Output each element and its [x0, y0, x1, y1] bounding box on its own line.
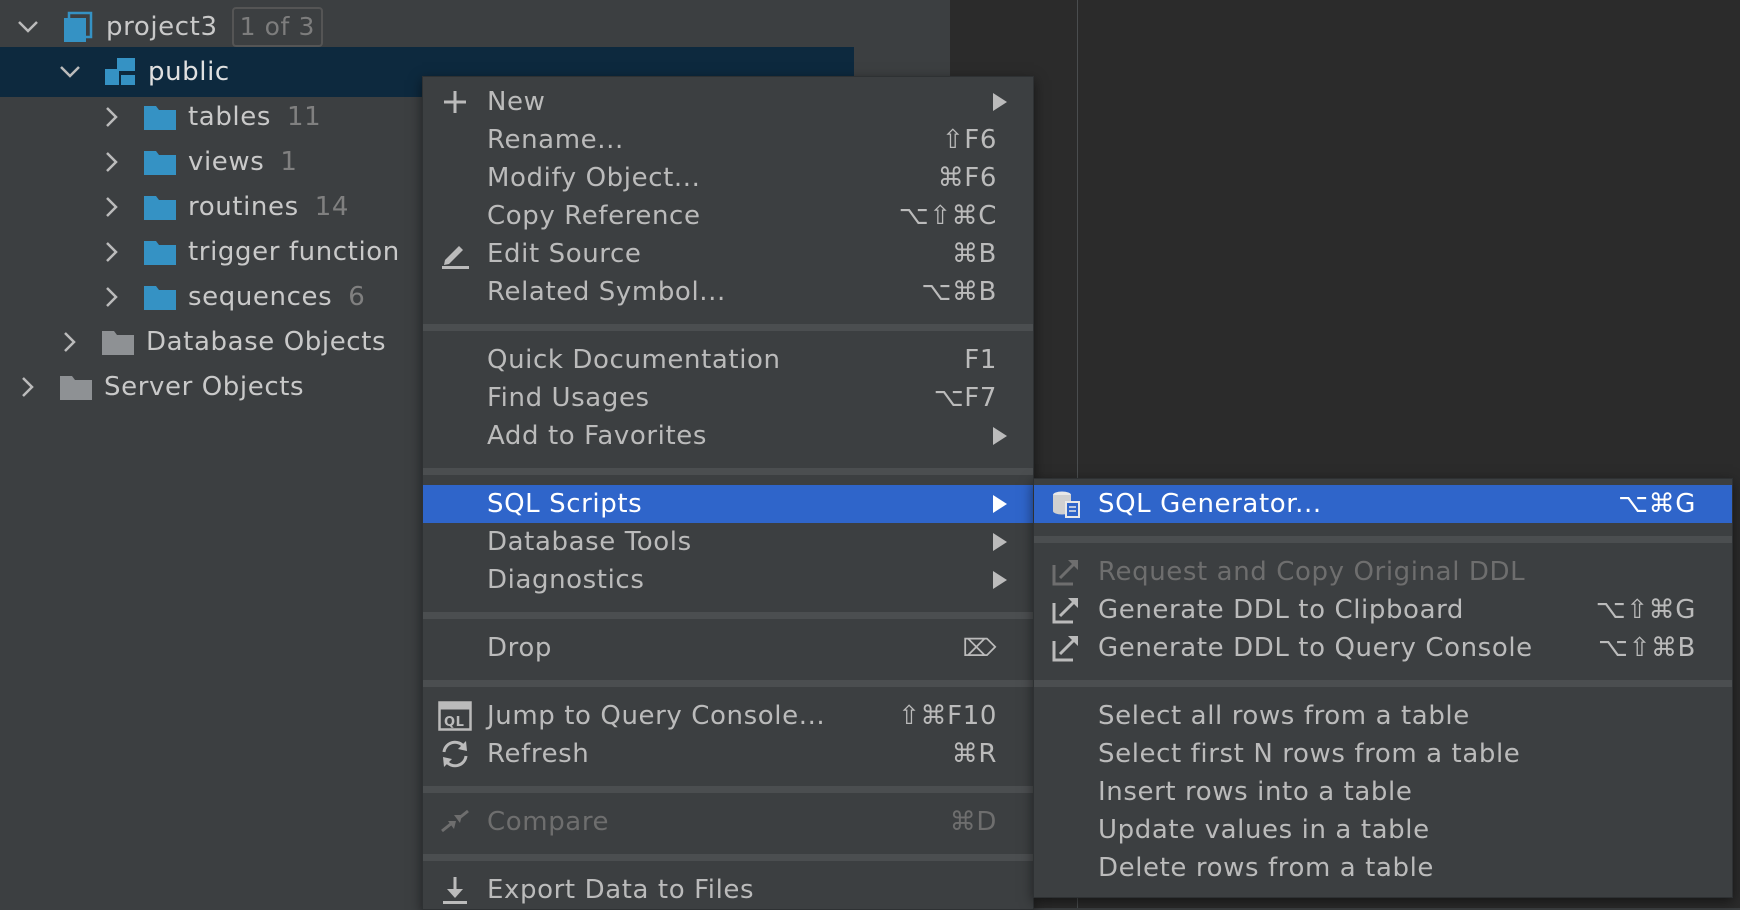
menu-separator	[423, 468, 1033, 475]
refresh-icon	[437, 736, 473, 772]
context-menu: New Rename... ⇧F6 Modify Object... ⌘F6 C…	[422, 76, 1034, 910]
folder-label: trigger function	[188, 237, 400, 267]
menu-separator	[423, 680, 1033, 687]
folder-icon	[142, 281, 178, 313]
menu-item-export-data-to-files[interactable]: Export Data to Files	[423, 871, 1033, 909]
menu-separator	[1034, 536, 1732, 543]
folder-icon	[142, 191, 178, 223]
folder-count: 14	[314, 192, 350, 222]
folder-gray-icon	[100, 326, 136, 358]
submenu-item-select-first-n-rows[interactable]: Select first N rows from a table	[1034, 735, 1732, 773]
submenu-item-select-all-rows[interactable]: Select all rows from a table	[1034, 697, 1732, 735]
chevron-down-icon[interactable]	[58, 60, 82, 84]
delete-key-icon: ⌦	[962, 634, 997, 662]
submenu-arrow-icon	[993, 533, 1007, 551]
chevron-down-icon[interactable]	[16, 15, 40, 39]
folder-icon	[142, 146, 178, 178]
database-objects-label: Database Objects	[146, 327, 387, 357]
folder-gray-icon	[58, 371, 94, 403]
menu-separator	[423, 786, 1033, 793]
menu-item-jump-to-query-console[interactable]: QL Jump to Query Console... ⇧⌘F10	[423, 697, 1033, 735]
submenu-item-delete-rows[interactable]: Delete rows from a table	[1034, 849, 1732, 887]
menu-item-add-to-favorites[interactable]: Add to Favorites	[423, 417, 1033, 455]
chevron-right-icon[interactable]	[100, 195, 124, 219]
folder-count: 11	[287, 102, 322, 132]
download-icon	[437, 872, 473, 908]
menu-item-quick-documentation[interactable]: Quick Documentation F1	[423, 341, 1033, 379]
ql-icon: QL	[437, 698, 473, 734]
menu-item-copy-reference[interactable]: Copy Reference ⌥⇧⌘C	[423, 197, 1033, 235]
menu-separator	[1034, 680, 1732, 687]
submenu-arrow-icon	[993, 571, 1007, 589]
chevron-right-icon[interactable]	[100, 285, 124, 309]
folder-icon	[142, 236, 178, 268]
menu-item-related-symbol[interactable]: Related Symbol... ⌥⌘B	[423, 273, 1033, 311]
folder-label: routines	[188, 192, 299, 222]
menu-separator	[423, 612, 1033, 619]
menu-item-diagnostics[interactable]: Diagnostics	[423, 561, 1033, 599]
project-label: project3	[106, 12, 218, 42]
pencil-icon	[437, 236, 473, 272]
schema-icon	[102, 56, 138, 88]
menu-item-rename[interactable]: Rename... ⇧F6	[423, 121, 1033, 159]
menu-item-refresh[interactable]: Refresh ⌘R	[423, 735, 1033, 773]
folder-icon	[142, 101, 178, 133]
submenu-item-generate-ddl-query-console[interactable]: Generate DDL to Query Console ⌥⇧⌘B	[1034, 629, 1732, 667]
menu-item-new[interactable]: New	[423, 83, 1033, 121]
menu-item-drop[interactable]: Drop ⌦	[423, 629, 1033, 667]
submenu-arrow-icon	[993, 427, 1007, 445]
folder-label: views	[188, 147, 265, 177]
folder-label: sequences	[188, 282, 333, 312]
submenu-item-generate-ddl-clipboard[interactable]: Generate DDL to Clipboard ⌥⇧⌘G	[1034, 591, 1732, 629]
submenu-item-request-copy-original-ddl[interactable]: Request and Copy Original DDL	[1034, 553, 1732, 591]
sql-generator-icon	[1048, 486, 1084, 522]
export-icon	[1048, 630, 1084, 666]
folder-count: 6	[348, 282, 366, 312]
export-icon	[1048, 592, 1084, 628]
chevron-right-icon[interactable]	[100, 240, 124, 264]
menu-item-compare[interactable]: Compare ⌘D	[423, 803, 1033, 841]
menu-separator	[423, 324, 1033, 331]
project-count-badge: 1 of 3	[231, 7, 323, 47]
folder-label: tables	[188, 102, 271, 132]
sql-scripts-submenu: SQL Generator... ⌥⌘G Request and Copy Or…	[1033, 478, 1733, 898]
submenu-item-insert-rows[interactable]: Insert rows into a table	[1034, 773, 1732, 811]
chevron-right-icon[interactable]	[100, 105, 124, 129]
submenu-arrow-icon	[993, 495, 1007, 513]
svg-text:QL: QL	[444, 715, 465, 730]
submenu-item-sql-generator[interactable]: SQL Generator... ⌥⌘G	[1034, 485, 1732, 523]
chevron-right-icon[interactable]	[16, 375, 40, 399]
submenu-item-update-values[interactable]: Update values in a table	[1034, 811, 1732, 849]
chevron-right-icon[interactable]	[100, 150, 124, 174]
menu-item-find-usages[interactable]: Find Usages ⌥F7	[423, 379, 1033, 417]
export-icon	[1048, 554, 1084, 590]
submenu-arrow-icon	[993, 93, 1007, 111]
menu-item-edit-source[interactable]: Edit Source ⌘B	[423, 235, 1033, 273]
menu-separator	[423, 854, 1033, 861]
project-icon	[60, 11, 96, 43]
tree-node-project3[interactable]: project3 1 of 3	[0, 2, 950, 52]
menu-item-sql-scripts[interactable]: SQL Scripts	[423, 485, 1033, 523]
plus-icon	[437, 84, 473, 120]
server-objects-label: Server Objects	[104, 372, 305, 402]
compare-icon	[437, 804, 473, 840]
menu-item-modify-object[interactable]: Modify Object... ⌘F6	[423, 159, 1033, 197]
folder-count: 1	[280, 147, 298, 177]
chevron-right-icon[interactable]	[58, 330, 82, 354]
menu-item-database-tools[interactable]: Database Tools	[423, 523, 1033, 561]
schema-label: public	[148, 57, 230, 87]
